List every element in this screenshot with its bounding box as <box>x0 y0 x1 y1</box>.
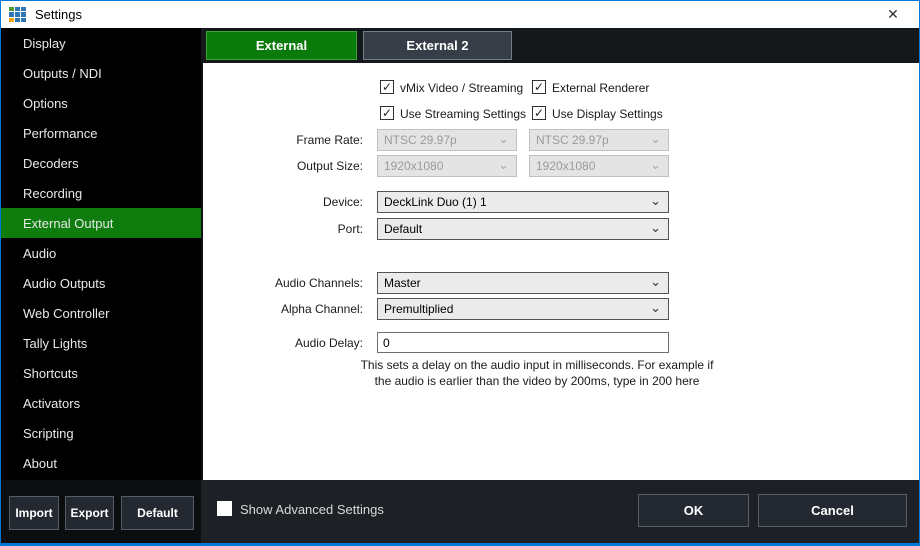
frame-rate-dropdown-1: NTSC 29.97p ⌄ <box>377 129 517 151</box>
frame-rate-label: Frame Rate: <box>203 133 363 147</box>
use-display-settings-label: Use Display Settings <box>552 107 663 121</box>
output-size-dropdown-2: 1920x1080 ⌄ <box>529 155 669 177</box>
sidebar-item-label: Shortcuts <box>23 366 78 381</box>
sidebar-item-label: External Output <box>23 216 113 231</box>
sidebar-item-shortcuts[interactable]: Shortcuts <box>1 358 201 388</box>
use-streaming-settings-checkbox[interactable]: ✓ <box>380 106 394 120</box>
default-button[interactable]: Default <box>121 496 194 530</box>
chevron-down-icon: ⌄ <box>650 218 661 238</box>
sidebar-item-label: Performance <box>23 126 97 141</box>
sidebar-item-recording[interactable]: Recording <box>1 178 201 208</box>
port-dropdown[interactable]: Default ⌄ <box>377 218 669 240</box>
show-advanced-settings-checkbox[interactable] <box>217 501 232 516</box>
output-size-label: Output Size: <box>203 159 363 173</box>
help-text-line-2: the audio is earlier than the video by 2… <box>351 373 723 389</box>
sidebar-item-label: Scripting <box>23 426 74 441</box>
audio-delay-help-text: This sets a delay on the audio input in … <box>351 357 723 389</box>
vmix-video-streaming-checkbox[interactable]: ✓ <box>380 80 394 94</box>
external-renderer-checkbox[interactable]: ✓ <box>532 80 546 94</box>
audio-delay-label: Audio Delay: <box>203 336 363 350</box>
window-title: Settings <box>35 7 82 22</box>
use-streaming-settings-label: Use Streaming Settings <box>400 107 526 121</box>
sidebar-item-display[interactable]: Display <box>1 28 201 58</box>
chevron-down-icon: ⌄ <box>650 191 661 211</box>
chevron-down-icon: ⌄ <box>498 155 509 175</box>
sidebar-item-label: Tally Lights <box>23 336 87 351</box>
sidebar-item-decoders[interactable]: Decoders <box>1 148 201 178</box>
tab-external[interactable]: External <box>206 31 357 60</box>
settings-sidebar: Display Outputs / NDI Options Performanc… <box>1 28 201 481</box>
footer-left-section: Import Export Default <box>1 480 201 543</box>
sidebar-item-external-output[interactable]: External Output <box>1 208 201 238</box>
audio-channels-dropdown[interactable]: Master ⌄ <box>377 272 669 294</box>
output-size-dropdown-1: 1920x1080 ⌄ <box>377 155 517 177</box>
chevron-down-icon: ⌄ <box>498 129 509 149</box>
sidebar-item-outputs-ndi[interactable]: Outputs / NDI <box>1 58 201 88</box>
sidebar-item-performance[interactable]: Performance <box>1 118 201 148</box>
chevron-down-icon: ⌄ <box>650 155 661 175</box>
chevron-down-icon: ⌄ <box>650 298 661 318</box>
chevron-down-icon: ⌄ <box>650 129 661 149</box>
sidebar-item-label: Web Controller <box>23 306 109 321</box>
external-output-panel: ✓ vMix Video / Streaming ✓ External Rend… <box>201 63 919 481</box>
settings-window: Settings ✕ Display Outputs / NDI Options… <box>0 0 920 546</box>
sidebar-item-options[interactable]: Options <box>1 88 201 118</box>
sidebar-item-scripting[interactable]: Scripting <box>1 418 201 448</box>
device-label: Device: <box>203 195 363 209</box>
vmix-video-streaming-label: vMix Video / Streaming <box>400 81 523 95</box>
output-size-value-1: 1920x1080 <box>384 159 443 173</box>
port-value: Default <box>384 222 422 236</box>
sidebar-item-activators[interactable]: Activators <box>1 388 201 418</box>
sidebar-item-label: Options <box>23 96 68 111</box>
check-icon: ✓ <box>382 106 392 120</box>
frame-rate-value-2: NTSC 29.97p <box>536 133 609 147</box>
show-advanced-settings-label: Show Advanced Settings <box>240 502 384 517</box>
ok-button[interactable]: OK <box>638 494 749 527</box>
device-dropdown[interactable]: DeckLink Duo (1) 1 ⌄ <box>377 191 669 213</box>
sidebar-item-audio-outputs[interactable]: Audio Outputs <box>1 268 201 298</box>
use-display-settings-checkbox[interactable]: ✓ <box>532 106 546 120</box>
output-size-value-2: 1920x1080 <box>536 159 595 173</box>
vmix-logo-icon <box>9 7 26 23</box>
cancel-button[interactable]: Cancel <box>758 494 907 527</box>
check-icon: ✓ <box>534 80 544 94</box>
audio-channels-value: Master <box>384 276 421 290</box>
sidebar-item-label: About <box>23 456 57 471</box>
frame-rate-value-1: NTSC 29.97p <box>384 133 457 147</box>
sidebar-item-label: Decoders <box>23 156 79 171</box>
sidebar-item-web-controller[interactable]: Web Controller <box>1 298 201 328</box>
sidebar-item-label: Audio <box>23 246 56 261</box>
title-bar: Settings ✕ <box>1 1 919 28</box>
audio-delay-input[interactable] <box>377 332 669 353</box>
sidebar-item-label: Audio Outputs <box>23 276 105 291</box>
sidebar-item-label: Activators <box>23 396 80 411</box>
tab-external-2[interactable]: External 2 <box>363 31 512 60</box>
footer-bar: Import Export Default Show Advanced Sett… <box>1 480 919 543</box>
help-text-line-1: This sets a delay on the audio input in … <box>351 357 723 373</box>
sidebar-item-label: Outputs / NDI <box>23 66 102 81</box>
import-button[interactable]: Import <box>9 496 59 530</box>
alpha-channel-value: Premultiplied <box>384 302 453 316</box>
alpha-channel-dropdown[interactable]: Premultiplied ⌄ <box>377 298 669 320</box>
check-icon: ✓ <box>382 80 392 94</box>
sidebar-item-label: Display <box>23 36 66 51</box>
frame-rate-dropdown-2: NTSC 29.97p ⌄ <box>529 129 669 151</box>
external-renderer-label: External Renderer <box>552 81 649 95</box>
close-icon[interactable]: ✕ <box>879 4 907 25</box>
export-button[interactable]: Export <box>65 496 114 530</box>
sidebar-item-tally-lights[interactable]: Tally Lights <box>1 328 201 358</box>
sidebar-item-about[interactable]: About <box>1 448 201 478</box>
audio-channels-label: Audio Channels: <box>203 276 363 290</box>
sidebar-item-label: Recording <box>23 186 82 201</box>
check-icon: ✓ <box>534 106 544 120</box>
device-value: DeckLink Duo (1) 1 <box>384 195 487 209</box>
port-label: Port: <box>203 222 363 236</box>
alpha-channel-label: Alpha Channel: <box>203 302 363 316</box>
external-tabs-strip: External External 2 <box>201 28 919 63</box>
sidebar-item-audio[interactable]: Audio <box>1 238 201 268</box>
chevron-down-icon: ⌄ <box>650 272 661 292</box>
